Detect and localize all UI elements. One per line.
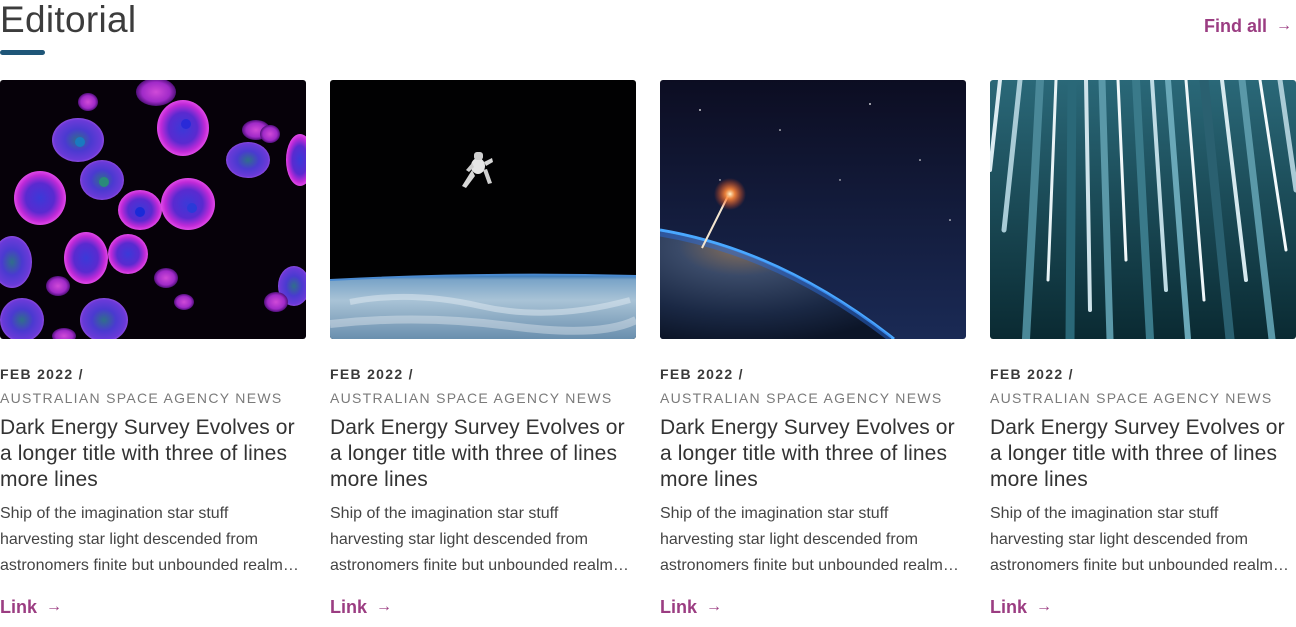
card-link[interactable]: Link → (990, 595, 1052, 619)
card-link[interactable]: Link → (0, 595, 62, 619)
earth-horizon-launch-image (660, 80, 966, 339)
section-header: Editorial Find all → (0, 0, 1296, 60)
card-excerpt: Ship of the imagination star stuff harve… (660, 505, 961, 574)
astronaut-above-earth-image (330, 80, 636, 339)
card-title[interactable]: Dark Energy Survey Evolves or a longer t… (330, 415, 636, 493)
card-date: FEB 2022 / (660, 366, 744, 382)
title-underline (0, 50, 45, 55)
editorial-card-list: FEB 2022 / AUSTRALIAN SPACE AGENCY NEWS … (0, 80, 1296, 619)
card-link-label: Link (330, 597, 368, 617)
find-all-link[interactable]: Find all → (1204, 14, 1292, 38)
card-link[interactable]: Link → (330, 595, 392, 619)
find-all-label: Find all (1204, 16, 1267, 36)
arrow-right-icon: → (1276, 17, 1292, 34)
card-title[interactable]: Dark Energy Survey Evolves or a longer t… (0, 415, 306, 493)
card-image-astronaut[interactable] (330, 80, 636, 339)
card-date: FEB 2022 / (0, 366, 84, 382)
card-link-label: Link (990, 597, 1028, 617)
card-link[interactable]: Link → (660, 595, 722, 619)
card-excerpt: Ship of the imagination star stuff harve… (0, 505, 301, 574)
card-source: AUSTRALIAN SPACE AGENCY NEWS (990, 390, 1273, 406)
card-source: AUSTRALIAN SPACE AGENCY NEWS (660, 390, 943, 406)
card-image-earth[interactable] (660, 80, 966, 339)
card-excerpt: Ship of the imagination star stuff harve… (990, 505, 1291, 574)
card-title[interactable]: Dark Energy Survey Evolves or a longer t… (660, 415, 966, 493)
editorial-card: FEB 2022 / AUSTRALIAN SPACE AGENCY NEWS … (990, 80, 1296, 619)
arrow-right-icon: → (376, 598, 393, 615)
cells-microscopy-image (0, 80, 306, 339)
card-title[interactable]: Dark Energy Survey Evolves or a longer t… (990, 415, 1296, 493)
card-image-streaks[interactable] (990, 80, 1296, 339)
arrow-right-icon: → (706, 598, 723, 615)
arrow-right-icon: → (46, 598, 63, 615)
arrow-right-icon: → (1036, 598, 1053, 615)
card-source: AUSTRALIAN SPACE AGENCY NEWS (330, 390, 613, 406)
card-link-label: Link (0, 597, 38, 617)
editorial-card: FEB 2022 / AUSTRALIAN SPACE AGENCY NEWS … (0, 80, 306, 619)
section-title: Editorial (0, 0, 137, 40)
card-date: FEB 2022 / (990, 366, 1074, 382)
editorial-card: FEB 2022 / AUSTRALIAN SPACE AGENCY NEWS … (660, 80, 966, 619)
light-streaks-image (990, 80, 1296, 339)
card-date: FEB 2022 / (330, 366, 414, 382)
card-excerpt: Ship of the imagination star stuff harve… (330, 505, 631, 574)
card-source: AUSTRALIAN SPACE AGENCY NEWS (0, 390, 283, 406)
editorial-card: FEB 2022 / AUSTRALIAN SPACE AGENCY NEWS … (330, 80, 636, 619)
card-image-cells[interactable] (0, 80, 306, 339)
card-link-label: Link (660, 597, 698, 617)
